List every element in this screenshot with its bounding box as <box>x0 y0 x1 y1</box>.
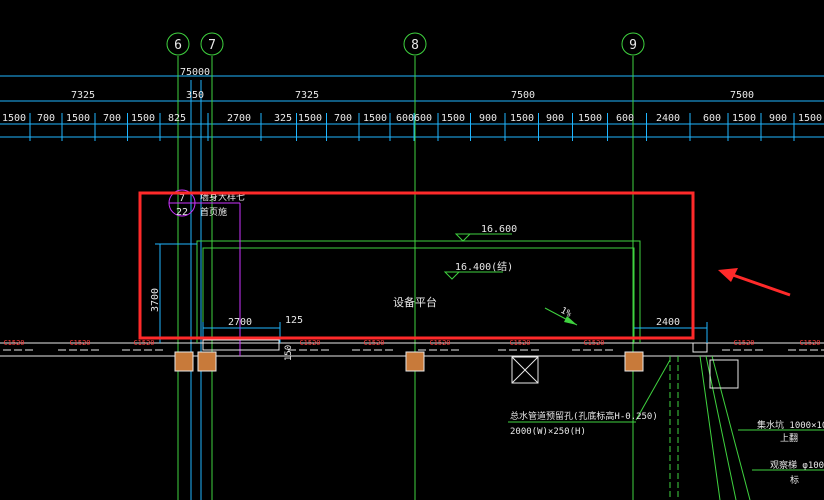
cad-drawing-canvas[interactable]: 6 7 8 9 75000 7325 350 7325 7500 7500 15… <box>0 0 824 500</box>
svg-text:2400: 2400 <box>656 317 680 328</box>
opening-note: 总水管道预留孔(孔底标高H-0.250) 2000(W)×250(H) <box>508 410 658 437</box>
bay-dim-1: 7325 <box>71 90 95 101</box>
right-notes: 集水坑 1000×1000 上翻 观察梯 φ100 标 <box>738 419 824 486</box>
dim-125: 125 <box>285 315 303 326</box>
bay-dim-4: 7500 <box>511 90 535 101</box>
detail-dim-label: 600 <box>616 113 634 124</box>
grid-bubble-7[interactable]: 7 <box>200 32 224 56</box>
svg-text:22: 22 <box>176 207 188 218</box>
svg-text:上翻: 上翻 <box>780 433 798 444</box>
step-detail <box>692 343 708 353</box>
dim-3700: 3700 <box>150 243 197 343</box>
slope-arrow: 1% <box>544 306 578 326</box>
svg-text:观察梯 φ100: 观察梯 φ100 <box>770 459 824 471</box>
detail-dim-label: 1500 <box>798 113 822 124</box>
bay-dim-3: 7325 <box>295 90 319 101</box>
window-tag: C1520 <box>69 339 90 347</box>
window-strip: C1520 C1520 C1520 C1520 C1520 C1520 C1520 C1520… <box>0 339 824 351</box>
bay-dim-2: 350 <box>186 90 204 101</box>
window-tag: C1520 <box>133 339 154 347</box>
elevation-marker-2: 16.400(结) <box>443 260 513 280</box>
svg-text:2000(W)×250(H): 2000(W)×250(H) <box>510 427 586 437</box>
detail-dim-label: 1500 <box>578 113 602 124</box>
svg-text:6: 6 <box>174 38 182 53</box>
detail-callout[interactable]: 7 22 墙身大样七 首页施 <box>168 189 245 356</box>
elevation-marker-1: 16.600 <box>454 224 517 242</box>
pipe-opening <box>511 356 539 384</box>
detail-dim-label: 1500 <box>2 113 26 124</box>
detail-dim-label: 900 <box>546 113 564 124</box>
grid-bubble-6[interactable]: 6 <box>166 32 190 56</box>
svg-text:标: 标 <box>790 474 799 486</box>
window-tag: C1520 <box>429 339 450 347</box>
detail-dim-label: 900 <box>479 113 497 124</box>
detail-dim-label: 700 <box>37 113 55 124</box>
detail-dim-label: 600 <box>396 113 414 124</box>
detail-dim-label: 1500 <box>441 113 465 124</box>
drain-pipes <box>635 355 751 500</box>
svg-text:1%: 1% <box>559 306 574 320</box>
window-tag: C1520 <box>299 339 320 347</box>
detail-dim-label: 1500 <box>732 113 756 124</box>
window-tag: C1520 <box>3 339 24 347</box>
room-label: 设备平台 <box>393 295 437 309</box>
bay-dim-5: 7500 <box>730 90 754 101</box>
svg-text:首页施: 首页施 <box>200 206 227 218</box>
wall-segment <box>202 339 280 351</box>
dim-150: 150 <box>284 345 294 361</box>
svg-text:7: 7 <box>208 38 216 53</box>
detail-dim-label: 1500 <box>363 113 387 124</box>
svg-text:2700: 2700 <box>228 317 252 328</box>
detail-dim-label: 1500 <box>131 113 155 124</box>
detail-dimension-texts: 1500 700 1500 700 1500 825 2700 325 1500 700 1500 6… <box>2 113 822 124</box>
svg-text:8: 8 <box>411 38 419 53</box>
detail-dim-label: 825 <box>168 113 186 124</box>
window-tag: C1520 <box>363 339 384 347</box>
detail-dim-label: 1500 <box>66 113 90 124</box>
svg-text:16.400(结): 16.400(结) <box>455 260 513 273</box>
detail-dim-label: 2700 <box>227 113 251 124</box>
svg-text:总水管道预留孔(孔底标高H-0.250): 总水管道预留孔(孔底标高H-0.250) <box>510 410 658 422</box>
detail-dim-label: 1500 <box>510 113 534 124</box>
svg-text:3700: 3700 <box>150 288 161 312</box>
detail-dim-label: 700 <box>103 113 121 124</box>
svg-text:16.600: 16.600 <box>481 224 517 235</box>
dimension-lines <box>0 75 824 141</box>
highlight-arrow <box>718 268 791 297</box>
detail-dim-label: 600 <box>703 113 721 124</box>
detail-dim-label: 700 <box>334 113 352 124</box>
grid-bubble-8[interactable]: 8 <box>403 32 427 56</box>
svg-text:7: 7 <box>179 193 185 204</box>
window-tag: C1520 <box>583 339 604 347</box>
svg-text:集水坑 1000×1000: 集水坑 1000×1000 <box>757 419 824 431</box>
columns <box>174 351 644 372</box>
detail-dim-label: 900 <box>769 113 787 124</box>
window-tag: C1520 <box>733 339 754 347</box>
detail-dim-label: 1500 <box>298 113 322 124</box>
svg-text:9: 9 <box>629 38 637 53</box>
overall-dimension: 75000 <box>180 67 210 78</box>
cad-drawing: 6 7 8 9 75000 7325 350 7325 7500 7500 15… <box>0 32 824 500</box>
detail-dim-label: 2400 <box>656 113 680 124</box>
window-tag: C1520 <box>509 339 530 347</box>
window-tag: C1520 <box>799 339 820 347</box>
grid-bubble-9[interactable]: 9 <box>621 32 645 56</box>
detail-dim-label: 600 <box>414 113 432 124</box>
detail-dim-label: 325 <box>274 113 292 124</box>
